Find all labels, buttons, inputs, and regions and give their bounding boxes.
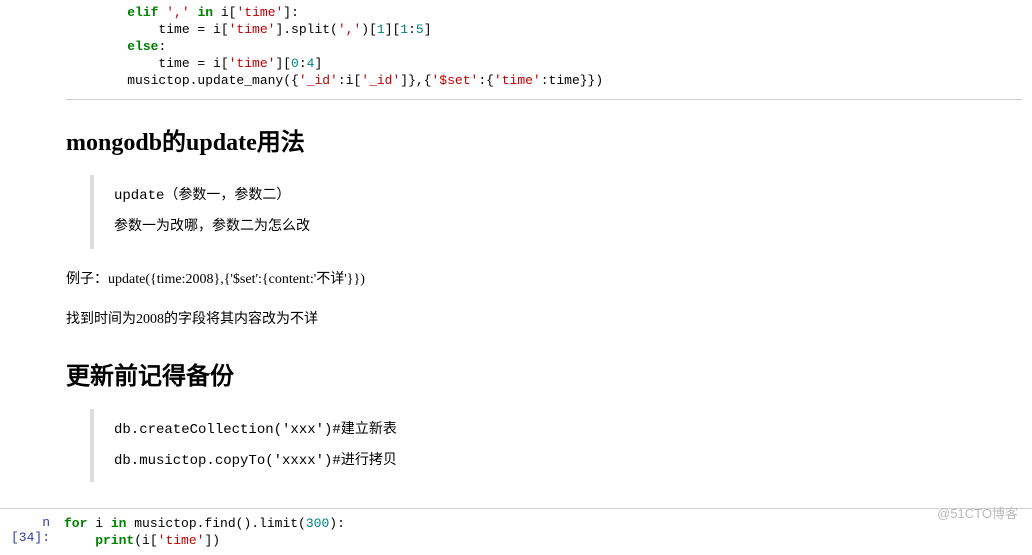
quote-line: db.musictop.copyTo('xxxx')#进行拷贝 xyxy=(114,446,1022,477)
explanation-paragraph: 找到时间为2008的字段将其内容改为不详 xyxy=(66,307,1022,334)
cell-code: for i in musictop.find().limit(300): pri… xyxy=(58,509,1032,555)
quote-line: update（参数一，参数二） xyxy=(114,181,1022,212)
quote-line: 参数一为改哪，参数二为怎么改 xyxy=(114,212,1022,243)
example-paragraph: 例子：update({time:2008},{'$set':{content:'… xyxy=(66,267,1022,294)
quote-update-usage: update（参数一，参数二） 参数一为改哪，参数二为怎么改 xyxy=(90,175,1022,249)
watermark: @51CTO博客 xyxy=(937,503,1018,522)
heading-mongodb-update: mongodb的update用法 xyxy=(66,122,1022,157)
quote-line: db.createCollection('xxx')#建立新表 xyxy=(114,415,1022,446)
heading-backup: 更新前记得备份 xyxy=(66,356,1022,391)
quote-backup-commands: db.createCollection('xxx')#建立新表 db.music… xyxy=(90,409,1022,483)
code-block-top: elif ',' in i['time']: time = i['time'].… xyxy=(66,0,1022,100)
cell-prompt: n [34]: xyxy=(0,509,58,555)
